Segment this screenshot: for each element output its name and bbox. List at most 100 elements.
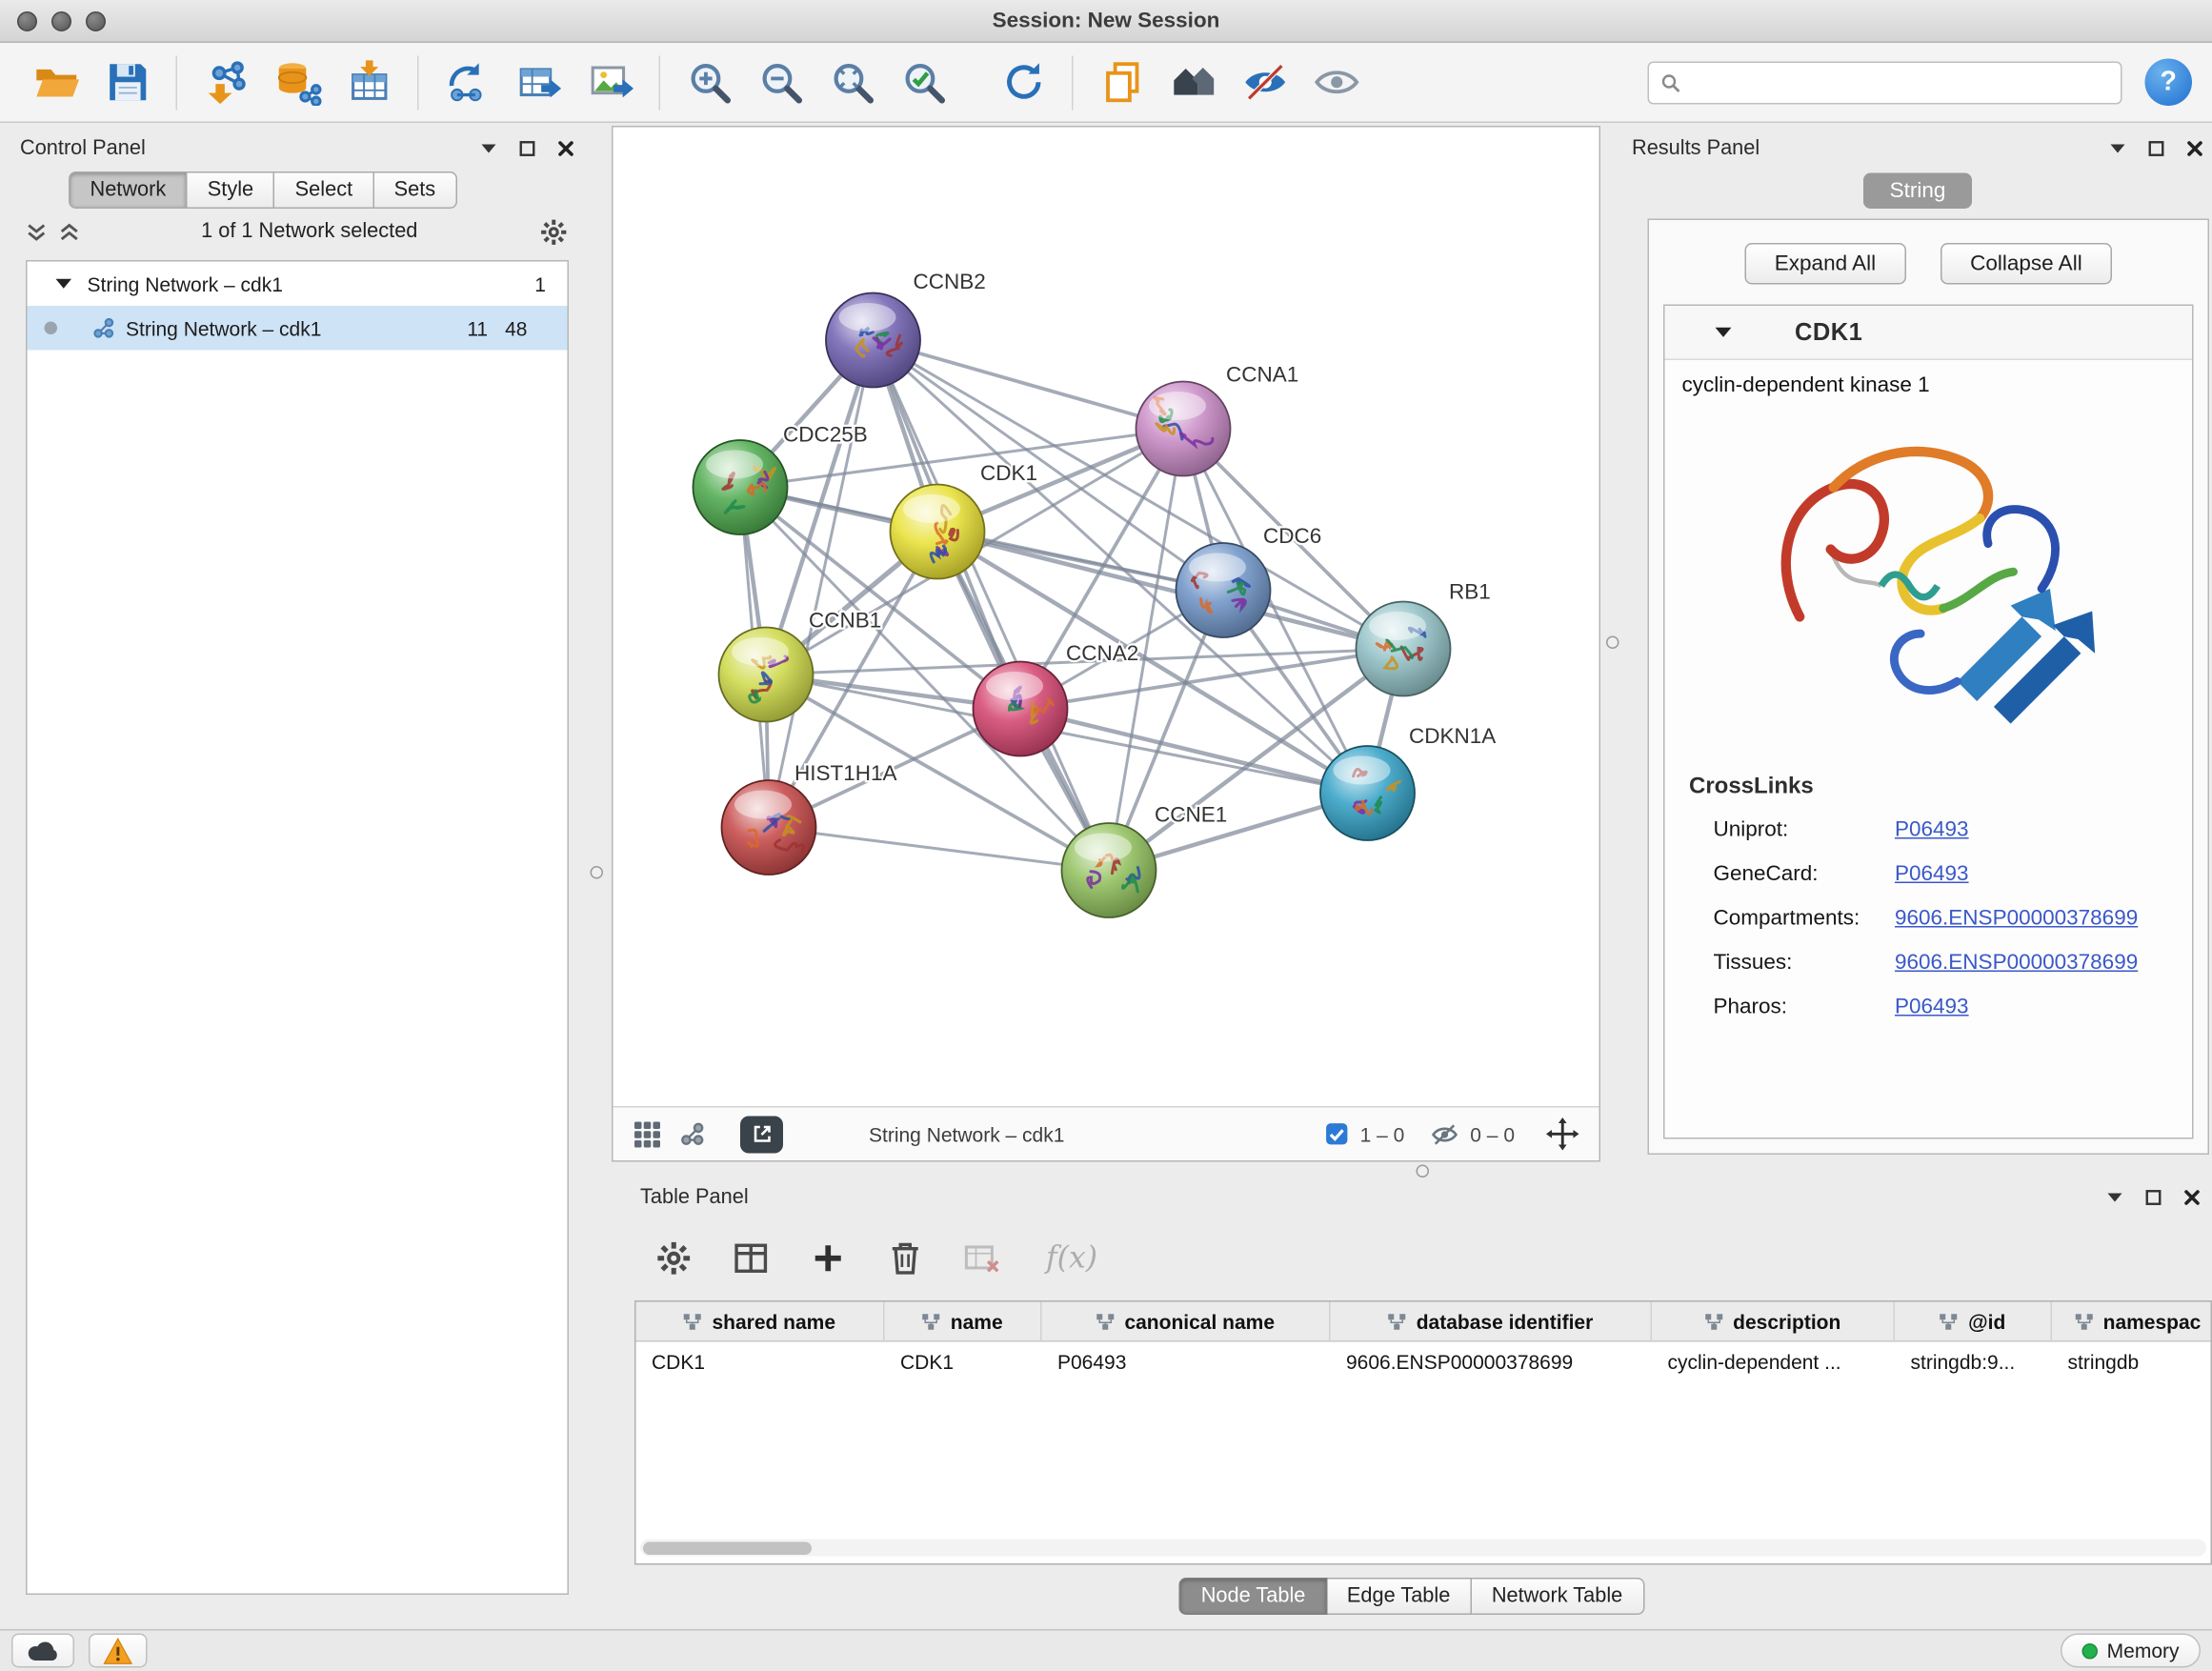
- delete-table-button-disabled[interactable]: [957, 1234, 1006, 1282]
- column-header-label: database identifier: [1417, 1310, 1594, 1333]
- import-table-button[interactable]: [333, 50, 405, 115]
- collapse-all-button[interactable]: Collapse All: [1941, 243, 2113, 285]
- column-attribute-icon: [683, 1313, 702, 1330]
- expand-all-icon[interactable]: [26, 221, 48, 243]
- expand-all-button[interactable]: Expand All: [1744, 243, 1905, 285]
- export-table-button[interactable]: [503, 50, 574, 115]
- network-collection-row[interactable]: String Network – cdk1 1: [28, 262, 568, 307]
- network-row-selected[interactable]: String Network – cdk1 11 48: [28, 306, 568, 351]
- bottom-splitter-handle[interactable]: [1417, 1165, 1430, 1178]
- show-columns-button[interactable]: [726, 1234, 774, 1282]
- protein-collapse-triangle-icon[interactable]: [1715, 326, 1732, 339]
- import-network-file-button[interactable]: [191, 50, 262, 115]
- selected-nodes-checkbox-icon[interactable]: [1324, 1122, 1349, 1147]
- pan-tool-icon[interactable]: [1546, 1117, 1579, 1151]
- tab-edge-table[interactable]: Edge Table: [1327, 1578, 1472, 1615]
- grid-view-icon[interactable]: [633, 1119, 662, 1148]
- cloud-status-button[interactable]: [11, 1634, 74, 1668]
- network-node-ccnb1[interactable]: [719, 628, 814, 722]
- tab-node-table[interactable]: Node Table: [1179, 1578, 1327, 1615]
- help-button[interactable]: ?: [2145, 59, 2193, 107]
- network-node-hist1h1a[interactable]: [722, 780, 816, 875]
- function-builder-button-disabled[interactable]: f(x): [1046, 1240, 1097, 1275]
- network-canvas[interactable]: CCNB2CCNA1CDC25BCDK1CDC6RB1CCNB1CCNA2CDK…: [613, 128, 1599, 1107]
- crosslinks-title: CrossLinks: [1665, 757, 2193, 808]
- export-image-button[interactable]: [574, 50, 646, 115]
- minimize-window-button[interactable]: [51, 11, 71, 31]
- protein-card-header[interactable]: CDK1: [1665, 306, 2193, 360]
- close-window-button[interactable]: [17, 11, 37, 31]
- crosslink-link[interactable]: 9606.ENSP00000378699: [1895, 906, 2138, 931]
- network-node-cdc6[interactable]: [1176, 543, 1271, 637]
- collapse-panel-icon[interactable]: [2106, 1189, 2123, 1206]
- table-options-button[interactable]: [649, 1234, 697, 1282]
- import-network-database-button[interactable]: [262, 50, 333, 115]
- refresh-view-button[interactable]: [988, 50, 1059, 115]
- float-panel-icon[interactable]: [519, 140, 536, 157]
- network-node-ccnb2[interactable]: [826, 293, 920, 388]
- right-splitter-handle[interactable]: [1606, 636, 1619, 650]
- network-node-ccna1[interactable]: [1136, 382, 1231, 476]
- crosslink-link[interactable]: P06493: [1895, 862, 1969, 887]
- float-panel-icon[interactable]: [2145, 1189, 2162, 1206]
- zoom-in-button[interactable]: [674, 50, 745, 115]
- search-input[interactable]: [1689, 71, 2109, 93]
- memory-button[interactable]: Memory: [2061, 1634, 2201, 1668]
- tab-network-table[interactable]: Network Table: [1472, 1578, 1644, 1615]
- network-node-cdk1[interactable]: [891, 485, 985, 579]
- hidden-items-eye-slash-icon[interactable]: [1430, 1119, 1458, 1148]
- horizontal-scrollbar-thumb[interactable]: [643, 1541, 812, 1555]
- zoom-fit-button[interactable]: [816, 50, 888, 115]
- tree-expand-triangle-icon[interactable]: [56, 277, 72, 291]
- network-edge[interactable]: [769, 828, 1109, 871]
- network-node-rb1[interactable]: [1357, 602, 1451, 696]
- tab-sets[interactable]: Sets: [374, 171, 457, 209]
- network-node-cdc25b[interactable]: [694, 440, 788, 534]
- tab-network[interactable]: Network: [69, 171, 188, 209]
- column-header-shared-name[interactable]: shared name: [636, 1302, 885, 1341]
- zoom-selected-button[interactable]: [888, 50, 959, 115]
- network-options-gear-icon[interactable]: [539, 216, 570, 247]
- network-edge[interactable]: [874, 340, 1110, 871]
- hide-graphics-details-button[interactable]: [1229, 50, 1300, 115]
- duplicate-network-button[interactable]: [1086, 50, 1157, 115]
- new-network-from-selection-button[interactable]: [432, 50, 503, 115]
- open-in-window-button[interactable]: [740, 1116, 783, 1153]
- network-node-ccna2[interactable]: [974, 662, 1068, 756]
- save-session-button[interactable]: [91, 50, 163, 115]
- close-panel-icon[interactable]: [2186, 140, 2203, 157]
- column-header-database-identifier[interactable]: database identifier: [1331, 1302, 1653, 1341]
- show-graphics-details-button[interactable]: [1300, 50, 1372, 115]
- close-panel-icon[interactable]: [2183, 1189, 2201, 1206]
- collapse-panel-icon[interactable]: [2109, 140, 2126, 157]
- tab-select[interactable]: Select: [275, 171, 374, 209]
- tab-style[interactable]: Style: [188, 171, 275, 209]
- crosslink-link[interactable]: 9606.ENSP00000378699: [1895, 951, 2138, 976]
- column-header--id[interactable]: @id: [1895, 1302, 2052, 1341]
- tab-string[interactable]: String: [1864, 173, 1972, 210]
- column-header-canonical-name[interactable]: canonical name: [1042, 1302, 1331, 1341]
- column-header-namespac[interactable]: namespac: [2052, 1302, 2212, 1341]
- crosslink-link[interactable]: P06493: [1895, 817, 1969, 842]
- network-overview-icon[interactable]: [679, 1120, 707, 1148]
- close-panel-icon[interactable]: [557, 140, 574, 157]
- network-edge[interactable]: [769, 340, 874, 828]
- zoom-out-button[interactable]: [745, 50, 816, 115]
- collapse-panel-icon[interactable]: [480, 140, 497, 157]
- left-splitter-handle[interactable]: [591, 866, 604, 879]
- warnings-button[interactable]: [89, 1634, 148, 1668]
- zoom-window-button[interactable]: [86, 11, 106, 31]
- delete-column-button[interactable]: [880, 1234, 929, 1282]
- create-column-button[interactable]: [803, 1234, 852, 1282]
- open-session-button[interactable]: [20, 50, 91, 115]
- column-header-description[interactable]: description: [1652, 1302, 1895, 1341]
- network-node-cdkn1a[interactable]: [1320, 746, 1415, 840]
- network-edge[interactable]: [937, 532, 1403, 649]
- collapse-all-icon[interactable]: [59, 221, 81, 243]
- network-node-ccne1[interactable]: [1062, 823, 1156, 917]
- float-panel-icon[interactable]: [2148, 140, 2165, 157]
- table-row[interactable]: CDK1CDK1P064939606.ENSP00000378699cyclin…: [636, 1342, 2212, 1382]
- crosslink-link[interactable]: P06493: [1895, 995, 1969, 1019]
- column-header-name[interactable]: name: [885, 1302, 1042, 1341]
- home-button[interactable]: [1157, 50, 1229, 115]
